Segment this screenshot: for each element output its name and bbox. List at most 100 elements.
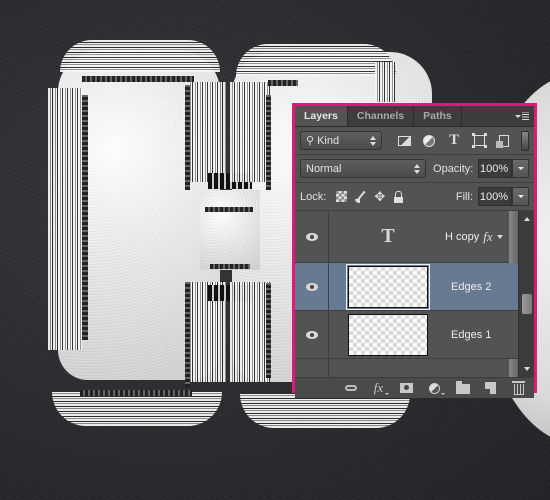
layers-scrollbar[interactable] (518, 211, 534, 377)
shape-filter-icon[interactable] (467, 132, 492, 150)
panel-tab-bar: Layers Channels Paths (295, 106, 534, 127)
opacity-field[interactable]: 100% (478, 159, 513, 178)
layer-thumbnail (346, 263, 430, 310)
layer-name[interactable]: Edges 1 (451, 329, 491, 341)
mask-icon (400, 383, 413, 393)
lock-position-icon[interactable]: ✥ (370, 189, 389, 205)
tab-layers[interactable]: Layers (295, 106, 348, 126)
layer-thumbnail-cell (329, 311, 447, 358)
adjustment-icon (429, 382, 440, 394)
stitch-edge-left-inner (82, 95, 88, 340)
stitch-edge-top-right (268, 80, 298, 86)
layers-panel: Layers Channels Paths ⚲ Kind T Normal Op… (292, 103, 537, 398)
blend-mode-value: Normal (306, 162, 342, 175)
stitch-edge-left-middle (185, 85, 190, 190)
stitch-crossbar-bottom (210, 264, 250, 269)
stitch-right-inner-lower (230, 282, 270, 382)
fill-field[interactable]: 100% (478, 187, 512, 206)
panel-footer: fx (295, 377, 534, 398)
layer-name[interactable]: Edges 2 (451, 281, 491, 293)
visibility-toggle[interactable] (295, 359, 329, 377)
type-layer-icon: T (381, 225, 395, 247)
filter-kind-select[interactable]: ⚲ Kind (300, 131, 382, 150)
stitch-bottom-right-arc (240, 394, 410, 428)
stitch-edge-bottom-left (80, 390, 192, 396)
blend-mode-select[interactable]: Normal (300, 159, 427, 178)
add-layer-style-button[interactable]: fx (371, 380, 389, 395)
stitch-edge-left-middle-lower (185, 282, 190, 387)
visibility-toggle[interactable] (295, 263, 329, 310)
submenu-arrow-icon (384, 393, 389, 395)
type-filter-icon[interactable]: T (442, 132, 467, 150)
new-layer-button[interactable] (483, 381, 499, 395)
stitch-right-inner (230, 82, 270, 182)
smart-object-filter-icon[interactable] (492, 132, 517, 150)
lock-icons: ✥ (332, 189, 408, 205)
stitch-right-arch-end (375, 62, 395, 102)
new-group-button[interactable] (455, 381, 471, 395)
scroll-down-icon[interactable] (524, 367, 530, 371)
stitch-left-outer (48, 88, 82, 350)
image-filter-icon[interactable] (392, 132, 417, 150)
link-icon (344, 385, 357, 391)
menu-arrow-icon (515, 114, 521, 118)
panel-menu-icon[interactable] (515, 111, 529, 121)
folder-icon (455, 381, 470, 394)
stitch-top-left-arch (60, 40, 220, 72)
filter-icons: T (392, 132, 517, 150)
fill-dropdown-button[interactable] (512, 187, 529, 206)
lock-label: Lock: (300, 190, 327, 203)
submenu-arrow-icon (440, 393, 445, 395)
add-mask-button[interactable] (399, 381, 415, 395)
lock-pixels-icon[interactable] (351, 189, 370, 205)
stitch-bottom-left-arc (52, 392, 222, 426)
eye-icon (305, 282, 318, 291)
lock-all-icon[interactable] (389, 189, 408, 205)
link-layers-button[interactable] (343, 381, 359, 395)
fx-strip (509, 359, 518, 377)
new-adjustment-layer-button[interactable] (427, 381, 445, 395)
fx-icon: fx (373, 380, 384, 395)
letter-h-crossbar (200, 190, 260, 270)
layer-fx-icon[interactable]: fx (483, 229, 492, 245)
filter-kind-label: Kind (317, 134, 340, 147)
lock-row: Lock: ✥ Fill: 100% (295, 183, 534, 211)
menu-lines-icon (522, 112, 529, 120)
tab-channels[interactable]: Channels (348, 106, 415, 126)
search-icon: ⚲ (306, 135, 315, 147)
filter-row: ⚲ Kind T (295, 127, 534, 155)
stitch-crossbar-top (205, 207, 253, 212)
eye-icon (305, 232, 318, 241)
layer-thumbnail (348, 313, 428, 356)
visibility-toggle[interactable] (295, 311, 329, 358)
layer-thumbnail-cell (329, 263, 447, 310)
layer-name[interactable]: H copy (445, 231, 479, 243)
delete-layer-button[interactable] (511, 381, 527, 395)
scrollbar-thumb[interactable] (522, 294, 532, 314)
updown-arrows-icon (369, 136, 376, 146)
filter-toggle-switch[interactable] (520, 130, 529, 151)
blend-row: Normal Opacity: 100% (295, 155, 534, 183)
visibility-toggle[interactable] (295, 211, 329, 262)
eye-icon (305, 330, 318, 339)
fill-label: Fill: (455, 190, 473, 203)
stitch-edge-top-left (82, 76, 194, 82)
layer-row-edges-1[interactable]: Edges 1 (295, 311, 518, 359)
expand-effects-icon[interactable] (496, 234, 503, 239)
scroll-up-icon[interactable] (524, 217, 530, 221)
chevron-down-icon (517, 195, 524, 198)
opacity-dropdown-button[interactable] (512, 159, 529, 178)
layer-row-edges-2[interactable]: Edges 2 (295, 263, 518, 311)
layer-row-partial[interactable] (295, 359, 518, 377)
layer-row-h-copy[interactable]: T H copy fx (295, 211, 518, 263)
fx-strip (509, 211, 518, 263)
chevron-down-icon (517, 167, 524, 170)
adjustment-filter-icon[interactable] (417, 132, 442, 150)
new-layer-icon (485, 382, 496, 394)
stitch-edge-right-inner-lower (266, 283, 271, 378)
tab-paths[interactable]: Paths (414, 106, 462, 126)
opacity-label: Opacity: (433, 162, 474, 175)
layers-list: T H copy fx Edges 2 Edges 1 (295, 211, 534, 377)
lock-transparent-icon[interactable] (332, 189, 351, 205)
stitch-edge-right-inner (266, 95, 271, 190)
